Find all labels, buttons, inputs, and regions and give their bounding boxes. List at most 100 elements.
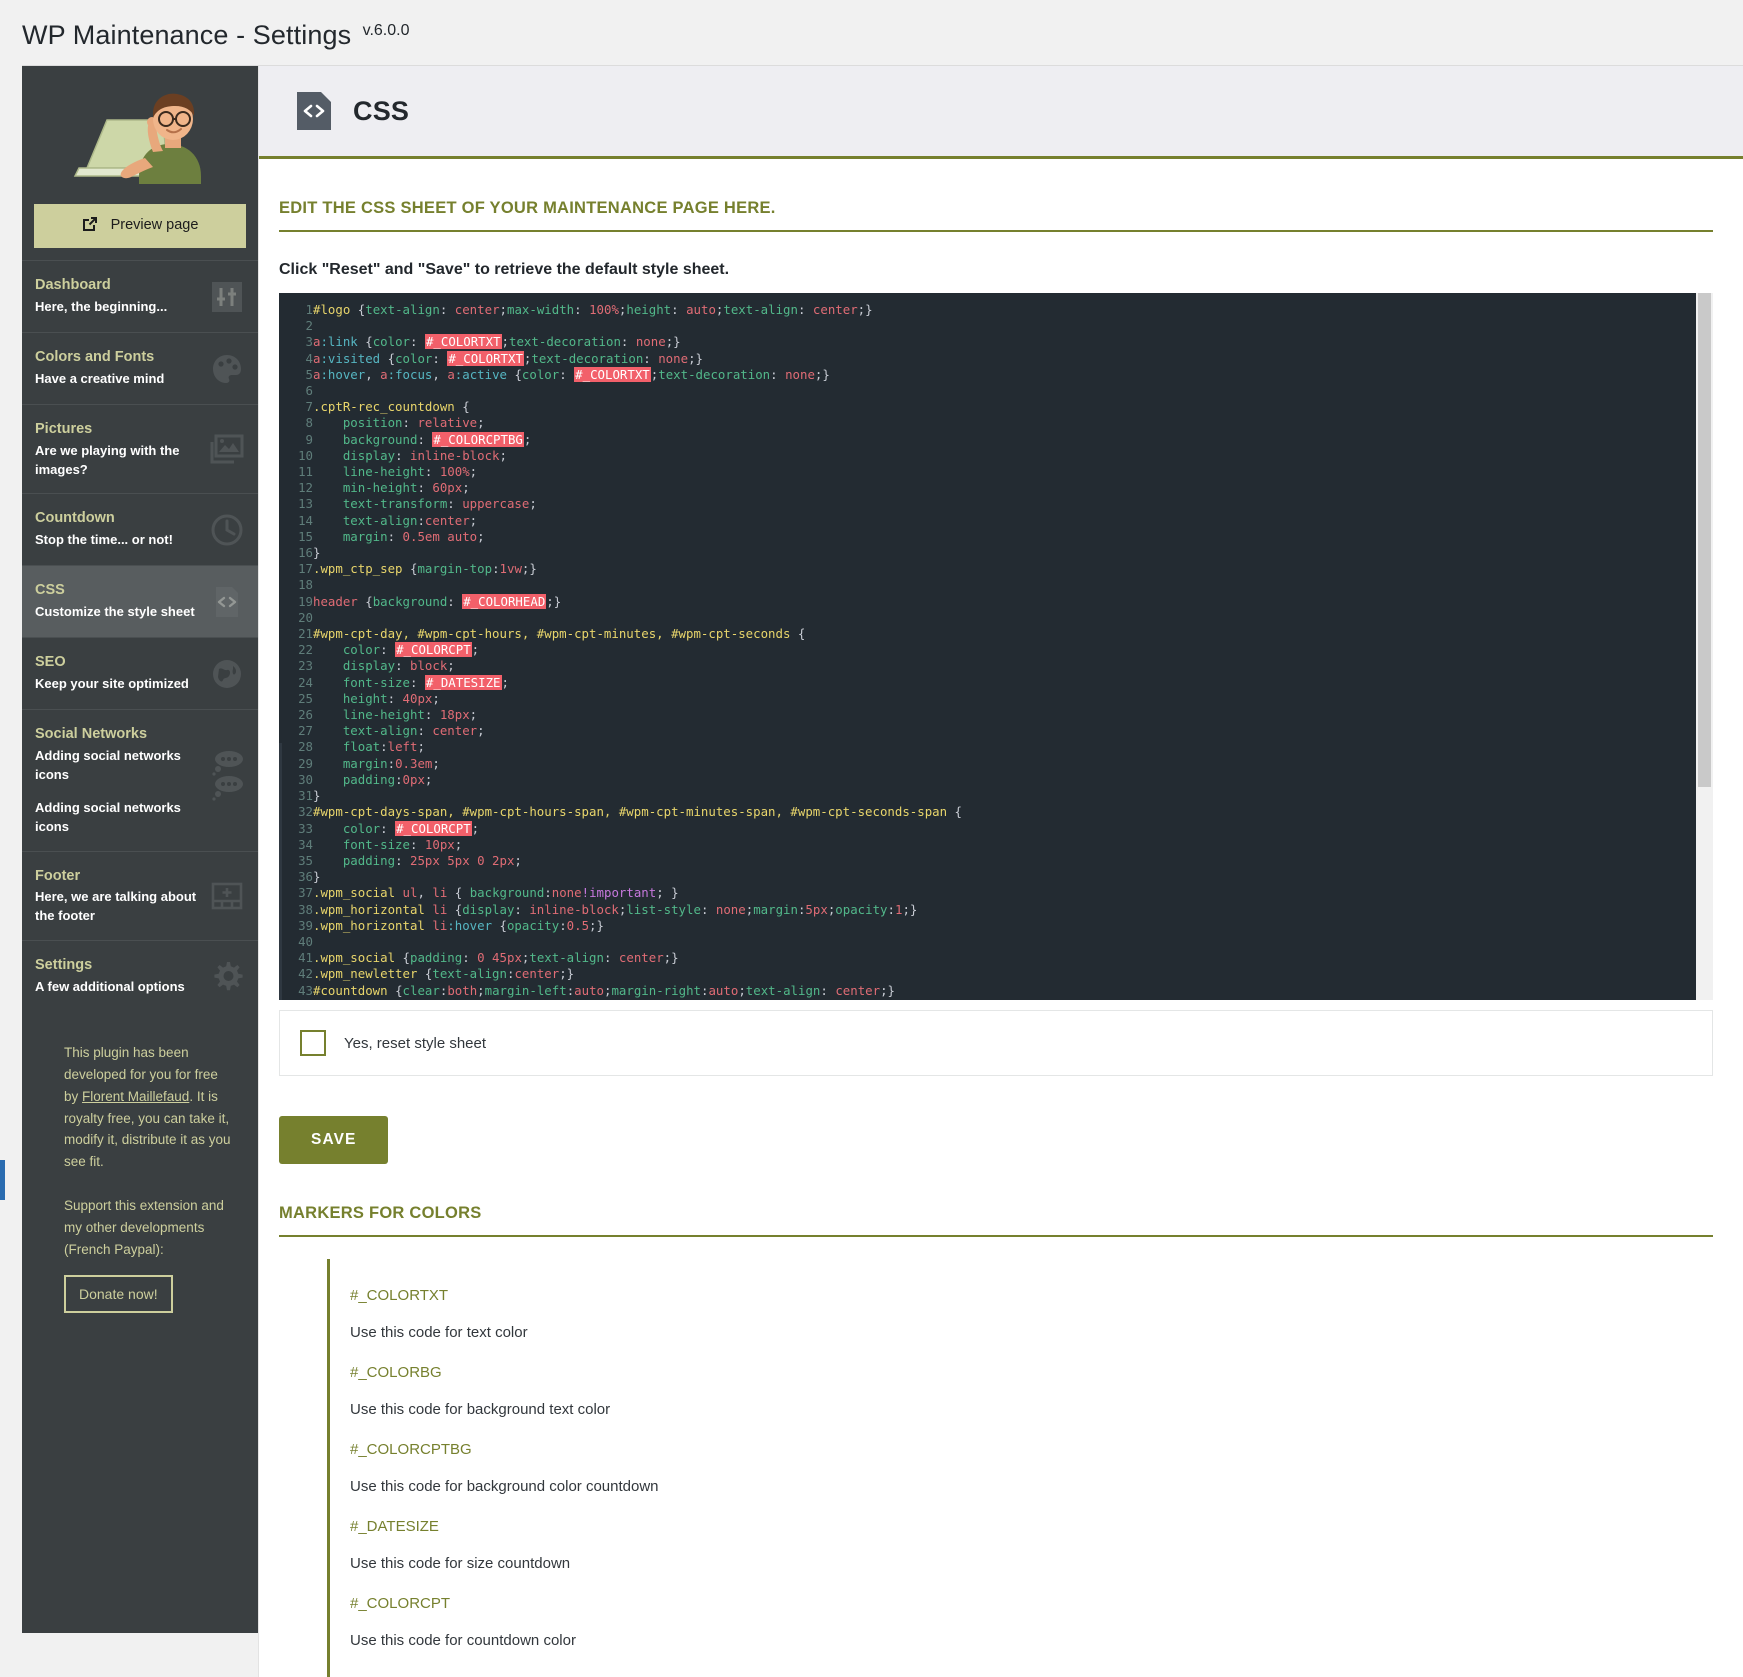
sidebar-item-title: Settings bbox=[35, 957, 93, 973]
sidebar-item-desc: Here, the beginning... bbox=[35, 298, 168, 314]
page-title: WP Maintenance - Settings bbox=[22, 20, 352, 50]
sidebar-item-title: Footer bbox=[35, 867, 81, 884]
code-line-content: font-size: 10px; bbox=[313, 836, 463, 852]
sidebar-item-desc: Here, we are talking about the footer bbox=[35, 889, 197, 924]
sidebar-item-seo[interactable]: SEO Keep your site optimized bbox=[22, 637, 258, 709]
code-line-content: } bbox=[313, 788, 321, 804]
donate-button[interactable]: Donate now! bbox=[64, 1274, 173, 1313]
sidebar-illustration bbox=[22, 66, 258, 204]
app-root: WP Maintenance - Settings v.6.0.0 Previe… bbox=[0, 0, 1743, 1677]
code-line-content: #wpm-cpt-days-span, #wpm-cpt-hours-span,… bbox=[313, 804, 963, 820]
css-code-table: 1 #logo {text-align: center;max-width: 10… bbox=[279, 302, 1696, 999]
panel-title: CSS bbox=[353, 95, 410, 126]
code-line: 25 height: 40px; bbox=[279, 691, 1696, 707]
code-icon bbox=[210, 585, 244, 619]
code-line-number: 28 bbox=[298, 739, 313, 755]
author-link[interactable]: Florent Maillefaud bbox=[82, 1089, 189, 1104]
code-line-content: display: inline-block; bbox=[313, 447, 507, 463]
code-line-number: 41 bbox=[298, 950, 313, 966]
code-line-number: 13 bbox=[298, 496, 313, 512]
code-line: 37 .wpm_social ul, li { background:none!i… bbox=[279, 885, 1696, 901]
code-line-number: 21 bbox=[298, 626, 313, 642]
marker-name: #_COLORCPT bbox=[350, 1595, 451, 1612]
sidebar-item-footer[interactable]: Footer Here, we are talking about the fo… bbox=[22, 850, 258, 940]
code-line: 40 bbox=[279, 934, 1696, 950]
code-line-number: 15 bbox=[298, 528, 313, 544]
sidebar-item-desc: Adding social networks icons bbox=[35, 748, 181, 783]
code-line-content: .wpm_social ul, li { background:none!imp… bbox=[313, 885, 679, 901]
gear-icon bbox=[210, 960, 244, 994]
code-line-number: 12 bbox=[298, 480, 313, 496]
code-line-number: 8 bbox=[305, 415, 313, 431]
code-line: 19 header {background: #_COLORHEAD;} bbox=[279, 593, 1696, 610]
marker-name: #_COLORBG bbox=[350, 1364, 442, 1381]
preview-page-button[interactable]: Preview page bbox=[34, 204, 246, 248]
css-editor-scrollarea[interactable]: 1 #logo {text-align: center;max-width: 10… bbox=[279, 293, 1696, 1000]
code-line: 10 display: inline-block; bbox=[279, 448, 1696, 464]
code-line: 35 padding: 25px 5px 0 2px; bbox=[279, 853, 1696, 869]
sidebar-item-desc: Customize the style sheet bbox=[35, 604, 195, 620]
sidebar-item-colors-and-fonts[interactable]: Colors and Fonts Have a creative mind bbox=[22, 332, 258, 404]
code-line: 29 margin:0.3em; bbox=[279, 756, 1696, 772]
code-line: 15 margin: 0.5em auto; bbox=[279, 529, 1696, 545]
code-line-content: background: #_COLORCPTBG; bbox=[313, 431, 532, 447]
code-line-number: 20 bbox=[298, 609, 313, 625]
main-panel: CSS EDIT THE CSS SHEET OF YOUR MAINTENAN… bbox=[258, 66, 1743, 1677]
code-line-number: 6 bbox=[305, 383, 313, 399]
code-line: 8 position: relative; bbox=[279, 415, 1696, 431]
main-header: CSS bbox=[259, 66, 1743, 159]
code-line-number: 11 bbox=[298, 464, 313, 480]
code-line-number: 17 bbox=[298, 561, 313, 577]
code-line: 22 color: #_COLORCPT; bbox=[279, 642, 1696, 658]
marker-desc: Use this code for size countdown bbox=[350, 1555, 571, 1572]
sidebar-item-pictures[interactable]: Pictures Are we playing with the images? bbox=[22, 404, 258, 493]
markers-heading: MARKERS FOR COLORS bbox=[279, 1164, 1713, 1237]
sidebar-item-countdown[interactable]: Countdown Stop the time... or not! bbox=[22, 493, 258, 565]
code-line-number: 3 bbox=[305, 334, 313, 350]
code-line-number: 9 bbox=[305, 431, 313, 447]
code-line-content: a:hover, a:focus, a:active {color: #_COL… bbox=[313, 366, 830, 382]
code-line-content: padding:0px; bbox=[313, 771, 433, 787]
sidebar-item-css[interactable]: CSS Customize the style sheet bbox=[22, 565, 258, 638]
code-line: 38 .wpm_horizontal li {display: inline-bl… bbox=[279, 902, 1696, 918]
reset-stylesheet-checkbox[interactable] bbox=[300, 1030, 326, 1056]
css-color-marker: #_COLORHEAD bbox=[462, 593, 547, 609]
marker-desc: Use this code for countdown color bbox=[350, 1632, 576, 1649]
code-line: 2 bbox=[279, 318, 1696, 334]
marker-desc: Use this code for background color count… bbox=[350, 1478, 659, 1495]
sidebar-item-settings[interactable]: Settings A few additional options bbox=[22, 940, 258, 1012]
code-line: 14 text-align:center; bbox=[279, 513, 1696, 529]
marker-name: #_DATESIZE bbox=[350, 1518, 439, 1535]
code-file-icon bbox=[297, 92, 331, 130]
code-line-number: 2 bbox=[305, 318, 313, 334]
editor-vertical-scrollbar[interactable] bbox=[1696, 293, 1713, 1000]
code-line-content: min-height: 60px; bbox=[313, 480, 470, 496]
sidebar-item-social-networks[interactable]: Social Networks Adding social networks i… bbox=[22, 709, 258, 850]
code-line: 21 #wpm-cpt-day, #wpm-cpt-hours, #wpm-cpt… bbox=[279, 626, 1696, 642]
save-button[interactable]: SAVE bbox=[279, 1116, 389, 1164]
code-line: 1 #logo {text-align: center;max-width: 10… bbox=[279, 302, 1696, 318]
sidebar-item-desc: Keep your site optimized bbox=[35, 676, 189, 692]
css-color-marker: #_COLORCPT bbox=[395, 820, 472, 836]
layout-icon bbox=[210, 879, 244, 913]
plugin-version: v.6.0.0 bbox=[362, 22, 410, 39]
css-editor[interactable]: 1 #logo {text-align: center;max-width: 10… bbox=[279, 293, 1713, 1000]
code-line-number: 29 bbox=[298, 755, 313, 771]
code-line-number: 10 bbox=[298, 447, 313, 463]
code-line-content: position: relative; bbox=[313, 415, 485, 431]
code-line: 24 font-size: #_DATESIZE; bbox=[279, 674, 1696, 691]
code-line: 39 .wpm_horizontal li:hover {opacity:0.5;… bbox=[279, 918, 1696, 934]
code-line-content: text-align: center; bbox=[313, 723, 485, 739]
markers-list: #_COLORTXT Use this code for text color … bbox=[327, 1259, 1713, 1677]
code-line: 5 a:hover, a:focus, a:active {color: #_CO… bbox=[279, 366, 1696, 383]
code-line-number: 33 bbox=[298, 820, 313, 836]
editor-scrollbar-thumb[interactable] bbox=[1698, 293, 1711, 787]
support-text: Support this extension and my other deve… bbox=[64, 1198, 224, 1257]
css-color-marker: #_COLORCPT bbox=[395, 642, 472, 658]
sidebar-item-dashboard[interactable]: Dashboard Here, the beginning... bbox=[22, 260, 258, 332]
code-line: 20 bbox=[279, 610, 1696, 626]
code-line-content: line-height: 18px; bbox=[313, 707, 478, 723]
chat-icon bbox=[210, 748, 244, 802]
section-subtext: Click "Reset" and "Save" to retrieve the… bbox=[279, 261, 730, 278]
code-line-content: margin: 0.5em auto; bbox=[313, 528, 485, 544]
